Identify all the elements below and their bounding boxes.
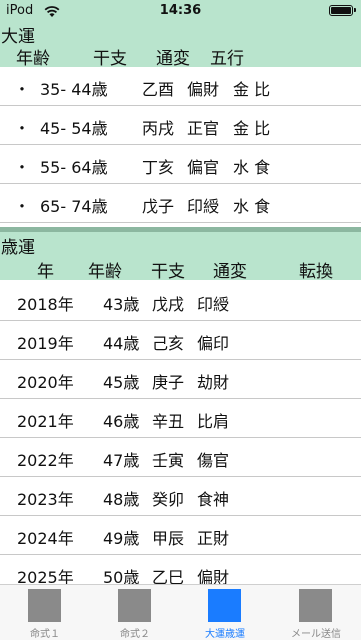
age-range: 35- 44歳 [40,80,108,99]
bullet: ・ [14,158,31,177]
tab-send-mail[interactable]: メール送信 [271,585,361,641]
tab-placeholder-icon [208,589,241,622]
battery-icon [329,5,356,16]
tab-meishiki-2[interactable]: 命式２ [90,585,180,641]
year: 2021年 [17,412,74,431]
tab-label: 大運歳運 [205,629,245,640]
saiun-row[interactable]: 2019年 44歳 己亥 偏印 [0,321,361,360]
tsuhen: 劫財 [197,373,230,392]
kanshi: 丁亥 [142,158,175,177]
age: 45歳 [103,373,140,392]
status-time: 14:36 [159,3,202,18]
saiun-col-year: 年 [37,262,54,282]
saiun-col-tsuhen: 通変 [213,262,247,282]
tsuhen: 傷官 [197,451,230,470]
tab-label: 命式２ [120,629,150,640]
kanshi: 己亥 [152,334,185,353]
taiun-col-tsuhen: 通変 [156,49,190,69]
tsuhen: 印綬 [197,295,230,314]
kanshi: 乙酉 [142,80,175,99]
gogyo: 金 比 [233,119,271,138]
gogyo: 水 食 [233,158,271,177]
kanshi: 辛丑 [152,412,185,431]
tsuhen: 偏印 [197,334,230,353]
bullet: ・ [14,197,31,216]
tsuhen: 正官 [187,119,220,138]
taiun-row[interactable]: ・ 45- 54歳 丙戌 正官 金 比 [0,106,361,145]
tab-placeholder-icon [118,589,151,622]
taiun-row[interactable]: ・ 35- 44歳 乙酉 偏財 金 比 [0,67,361,106]
tsuhen: 正財 [197,529,230,548]
saiun-col-kanshi: 干支 [151,262,185,282]
age-range: 45- 54歳 [40,119,108,138]
saiun-row[interactable]: 2018年 43歳 戊戌 印綬 [0,282,361,321]
age: 44歳 [103,334,140,353]
saiun-col-age: 年齢 [88,262,122,282]
taiun-col-kanshi: 干支 [93,49,127,69]
tsuhen: 偏財 [187,80,220,99]
saiun-row[interactable]: 2021年 46歳 辛丑 比肩 [0,399,361,438]
tab-meishiki-1[interactable]: 命式１ [0,585,90,641]
year: 2020年 [17,373,74,392]
saiun-row[interactable]: 2023年 48歳 癸卯 食神 [0,477,361,516]
tsuhen: 比肩 [197,412,230,431]
saiun-header: 歳運 年 年齢 干支 通変 転換 [0,232,361,282]
tab-bar: 命式１ 命式２ 大運歳運 メール送信 [0,584,361,640]
tab-label: 命式１ [30,629,60,640]
tab-label: メール送信 [291,629,341,640]
taiun-col-gogyo: 五行 [210,49,244,69]
age: 48歳 [103,490,140,509]
kanshi: 壬寅 [152,451,185,470]
saiun-row[interactable]: 2022年 47歳 壬寅 傷官 [0,438,361,477]
gogyo: 水 食 [233,197,271,216]
kanshi: 戊子 [142,197,175,216]
year: 2019年 [17,334,74,353]
kanshi: 戊戌 [152,295,185,314]
tab-placeholder-icon [28,589,61,622]
age-range: 65- 74歳 [40,197,108,216]
age: 49歳 [103,529,140,548]
year: 2023年 [17,490,74,509]
saiun-row[interactable]: 2020年 45歳 庚子 劫財 [0,360,361,399]
saiun-col-tenkan: 転換 [299,262,333,282]
tsuhen: 偏官 [187,158,220,177]
kanshi: 甲辰 [152,529,185,548]
taiun-header: 大運 年齢 干支 通変 五行 [0,22,361,69]
year: 2018年 [17,295,74,314]
taiun-row[interactable]: ・ 55- 64歳 丁亥 偏官 水 食 [0,145,361,184]
age: 46歳 [103,412,140,431]
age-range: 55- 64歳 [40,158,108,177]
kanshi: 癸卯 [152,490,185,509]
year: 2024年 [17,529,74,548]
tsuhen: 印綬 [187,197,220,216]
gogyo: 金 比 [233,80,271,99]
taiun-row[interactable]: ・ 65- 74歳 戊子 印綬 水 食 [0,184,361,223]
saiun-title: 歳運 [1,238,35,258]
bullet: ・ [14,80,31,99]
year: 2022年 [17,451,74,470]
tsuhen: 食神 [197,490,230,509]
age: 43歳 [103,295,140,314]
taiun-col-age: 年齢 [16,49,50,69]
bullet: ・ [14,119,31,138]
saiun-row[interactable]: 2024年 49歳 甲辰 正財 [0,516,361,555]
kanshi: 庚子 [152,373,185,392]
age: 47歳 [103,451,140,470]
kanshi: 丙戌 [142,119,175,138]
status-bar: iPod 14:36 [0,0,361,22]
tab-placeholder-icon [299,589,332,622]
tab-taiun-saiun[interactable]: 大運歳運 [180,585,270,641]
